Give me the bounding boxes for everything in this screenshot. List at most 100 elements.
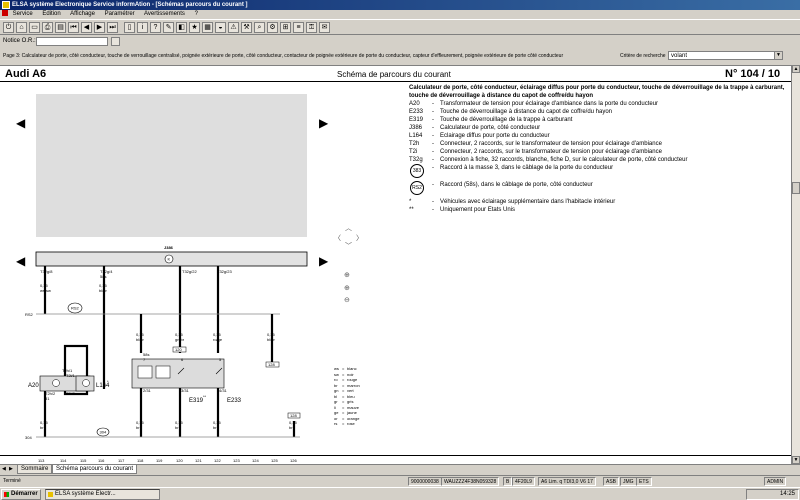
list-icon[interactable]: ≡ bbox=[293, 22, 304, 33]
clock: 14:25 bbox=[779, 491, 795, 497]
settings-icon[interactable]: ⚙ bbox=[267, 22, 278, 33]
menu-service[interactable]: Service bbox=[13, 11, 33, 17]
wire-color: br bbox=[175, 425, 179, 430]
menu-affichage[interactable]: Affichage bbox=[70, 11, 95, 17]
ground-symbol-label: K bbox=[168, 257, 171, 262]
legend-circle-item: RS2- Raccord (58s), dans le câblage de po… bbox=[409, 181, 791, 198]
legend-note: * - Véhicules avec éclairage supplémentair… bbox=[409, 199, 616, 205]
pin-label: T32g/8 bbox=[40, 269, 53, 274]
start-label: Démarrer bbox=[11, 491, 38, 497]
legend-text: Transformateur de tension pour éclairage… bbox=[440, 101, 659, 107]
diagram-icon[interactable]: ⊞ bbox=[280, 22, 291, 33]
ruler-number: 116 bbox=[98, 458, 105, 463]
menu-help[interactable]: ? bbox=[195, 11, 198, 17]
system-tray: 14:25 bbox=[746, 489, 799, 500]
legend-text: Connecteur, 2 raccords, sur le transform… bbox=[440, 149, 662, 155]
next-page-icon[interactable]: ▶ bbox=[94, 22, 105, 33]
status-vehicle: A6 Lim. q TDI3,0 V6 17 bbox=[538, 477, 596, 486]
ruler-number: 125 bbox=[271, 458, 278, 463]
exit-icon[interactable]: ⏻ bbox=[3, 22, 14, 33]
search-criteria-select[interactable]: volant ▼ bbox=[668, 51, 783, 60]
status-gearbox: JMG bbox=[620, 477, 637, 486]
lamp-symbol-icon bbox=[137, 365, 153, 379]
legend-text: Touche de déverrouillage à distance du c… bbox=[440, 109, 613, 115]
taskbar-app-label: ELSA système Electr... bbox=[55, 491, 116, 497]
ruler-number: 121 bbox=[195, 458, 202, 463]
bookmark-icon[interactable]: ★ bbox=[189, 22, 200, 33]
notice-or-button[interactable] bbox=[111, 37, 120, 46]
info-icon[interactable]: i bbox=[137, 22, 148, 33]
next-page-arrow-icon[interactable]: ▶ bbox=[319, 117, 328, 129]
legend-text: Calculateur de porte, côté conducteur bbox=[440, 125, 541, 131]
reference-label: 128 bbox=[268, 362, 275, 367]
legend-item: T2h - Connecteur, 2 raccords, sur le trans… bbox=[409, 141, 662, 147]
home-icon[interactable]: ⌂ bbox=[16, 22, 27, 33]
clipboard-icon[interactable]: ▦ bbox=[202, 22, 213, 33]
scroll-down-icon[interactable]: ▼ bbox=[792, 456, 800, 464]
notice-or-input[interactable] bbox=[36, 37, 108, 46]
ruler-number: 115 bbox=[80, 458, 87, 463]
vertical-scrollbar[interactable]: ▲ ▼ bbox=[791, 65, 800, 464]
warning-icon[interactable]: ⚠ bbox=[228, 22, 239, 33]
start-button[interactable]: Démarrer bbox=[1, 489, 41, 500]
status-user: ADMIN bbox=[764, 477, 787, 486]
scroll-up-icon[interactable]: ▲ bbox=[792, 65, 800, 73]
tab-prev-icon[interactable]: ◀ bbox=[2, 466, 6, 472]
ruler-number: 123 bbox=[233, 458, 240, 463]
document-title: Schéma de parcours du courant bbox=[337, 70, 451, 79]
last-page-icon[interactable]: ⏭ bbox=[107, 22, 118, 33]
tools-icon[interactable]: ⚒ bbox=[241, 22, 252, 33]
status-vin: WAUZZZ4F38N059328 bbox=[441, 477, 500, 486]
mail-icon[interactable]: ✉ bbox=[319, 22, 330, 33]
folder-icon[interactable]: ▤ bbox=[55, 22, 66, 33]
ruler-number: 114 bbox=[60, 458, 67, 463]
grid-ruler: 113 114 115 116 117 118 119 120 121 122 … bbox=[0, 455, 791, 464]
print-icon[interactable]: ⎙ bbox=[42, 22, 53, 33]
app-icon bbox=[2, 1, 10, 9]
document-number: N° 104 / 10 bbox=[725, 68, 781, 80]
reference-label: 128 bbox=[290, 413, 297, 418]
chevron-down-icon[interactable]: ▼ bbox=[774, 52, 782, 59]
legend-text: Connexion à fiche, 32 raccords, blanche,… bbox=[440, 157, 688, 163]
windows-taskbar: Démarrer ELSA système Electr... 14:25 bbox=[0, 487, 800, 500]
window-title-bar[interactable]: ELSA système Electronique Service inform… bbox=[0, 0, 800, 10]
new-doc-icon[interactable]: ▭ bbox=[29, 22, 40, 33]
tab-schema-parcours[interactable]: Schéma parcours du courant bbox=[52, 465, 138, 474]
legend-item: T2i - Connecteur, 2 raccords, sur le trans… bbox=[409, 149, 662, 155]
search-criteria-value: volant bbox=[671, 53, 688, 59]
document-header: Audi A6 Schéma de parcours du courant N°… bbox=[0, 66, 791, 82]
wire-color: ro/ge bbox=[213, 337, 223, 342]
view-icon[interactable]: ◧ bbox=[176, 22, 187, 33]
prev-page-arrow-icon[interactable]: ◀ bbox=[16, 117, 25, 129]
lamp-icon bbox=[82, 379, 90, 387]
tab-next-icon[interactable]: ▶ bbox=[9, 466, 13, 472]
legend-code: T2h bbox=[409, 141, 420, 147]
car-icon[interactable]: ◒ bbox=[215, 22, 226, 33]
menu-avertissements[interactable]: Avertissements bbox=[144, 11, 185, 17]
sheet-tabs: ◀ ▶ Sommaire Schéma parcours du courant bbox=[0, 464, 800, 474]
tab-sommaire[interactable]: Sommaire bbox=[17, 465, 53, 474]
legend-text: Eclairage diffus pour porte du conducteu… bbox=[440, 133, 550, 139]
search-tool-icon[interactable]: ⌕ bbox=[254, 22, 265, 33]
scroll-thumb[interactable] bbox=[792, 182, 800, 194]
document-viewer[interactable]: Audi A6 Schéma de parcours du courant N°… bbox=[0, 65, 791, 464]
previous-page-preview bbox=[36, 94, 307, 237]
notes-icon[interactable]: ✎ bbox=[163, 22, 174, 33]
pan-up-icon[interactable]: ︿ bbox=[345, 223, 352, 233]
key-icon[interactable]: ⚿ bbox=[306, 22, 317, 33]
menu-edition[interactable]: Edition bbox=[42, 11, 60, 17]
menu-parametrer[interactable]: Paramétrer bbox=[105, 11, 135, 17]
first-page-icon[interactable]: ⏮ bbox=[68, 22, 79, 33]
question-icon[interactable]: ? bbox=[150, 22, 161, 33]
ruler-number: 124 bbox=[252, 458, 259, 463]
connector-label: T2i/1 bbox=[66, 373, 76, 378]
a20-label: A20 bbox=[28, 383, 39, 389]
rs2-circle-label: RS2 bbox=[71, 306, 80, 311]
taskbar-app-button[interactable]: ELSA système Electr... bbox=[45, 489, 160, 500]
app-icon bbox=[48, 492, 53, 497]
status-order-number: 9000000038 bbox=[408, 477, 442, 486]
connector-label: T2i/2 bbox=[66, 391, 76, 396]
legend-code: E233 bbox=[409, 109, 424, 115]
prev-page-icon[interactable]: ◀ bbox=[81, 22, 92, 33]
document-icon[interactable]: ▯ bbox=[124, 22, 135, 33]
